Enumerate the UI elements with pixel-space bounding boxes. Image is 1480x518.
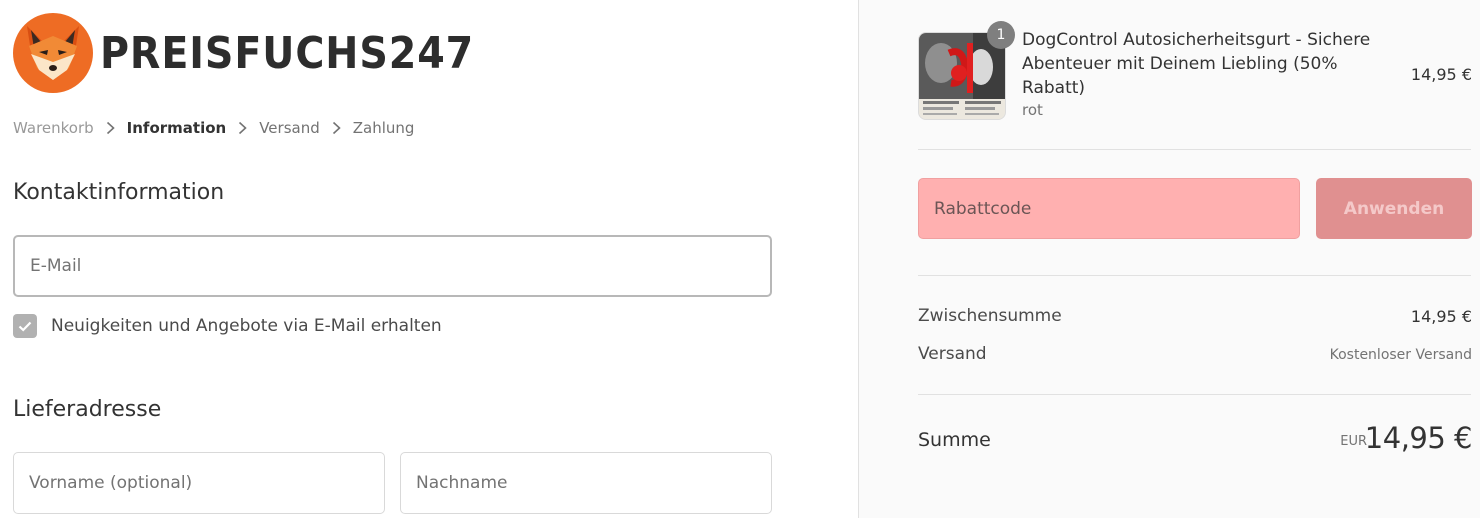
total-label: Summe [918, 429, 991, 451]
divider [918, 394, 1471, 395]
shipping-label: Versand [918, 344, 987, 364]
subtotal-label: Zwischensumme [918, 306, 1062, 326]
first-name-input[interactable] [13, 452, 385, 514]
checkmark-icon [18, 321, 32, 332]
newsletter-checkbox[interactable] [13, 314, 37, 338]
brand-logo[interactable]: PREISFUCHS247 [13, 13, 516, 93]
discount-code-input[interactable] [918, 178, 1300, 239]
newsletter-label[interactable]: Neuigkeiten und Angebote via E-Mail erha… [51, 316, 442, 336]
subtotal-value: 14,95 € [1410, 307, 1472, 326]
chevron-right-icon [332, 121, 341, 135]
product-variant: rot [1022, 101, 1043, 119]
total-value: 14,95 € [1364, 421, 1473, 455]
brand-name: PREISFUCHS247 [100, 27, 475, 79]
product-price: 14,95 € [1410, 65, 1472, 84]
last-name-input[interactable] [400, 452, 772, 514]
contact-section-title: Kontaktinformation [13, 180, 225, 205]
total-currency: EUR [1340, 434, 1367, 449]
product-name: DogControl Autosicherheitsgurt - Sichere… [1022, 30, 1371, 98]
quantity-badge: 1 [987, 21, 1015, 49]
divider [918, 149, 1471, 150]
order-summary: 1 DogControl Autosicherheitsgurt - Siche… [858, 0, 1480, 518]
newsletter-option[interactable]: Neuigkeiten und Angebote via E-Mail erha… [13, 314, 442, 338]
shipping-value: Kostenloser Versand [1329, 347, 1472, 363]
chevron-right-icon [238, 121, 247, 135]
email-input[interactable] [13, 235, 772, 297]
breadcrumb-payment: Zahlung [352, 119, 415, 137]
breadcrumb-cart[interactable]: Warenkorb [13, 119, 94, 137]
fox-logo-icon [13, 13, 93, 93]
breadcrumb: Warenkorb Information Versand Zahlung [13, 119, 414, 137]
divider [918, 275, 1471, 276]
shipping-address-title: Lieferadresse [13, 397, 162, 422]
breadcrumb-shipping: Versand [259, 119, 320, 137]
checkout-main: PREISFUCHS247 Warenkorb Information Vers… [0, 0, 858, 518]
breadcrumb-information: Information [126, 119, 227, 137]
chevron-right-icon [106, 121, 115, 135]
apply-discount-button[interactable]: Anwenden [1316, 178, 1472, 239]
